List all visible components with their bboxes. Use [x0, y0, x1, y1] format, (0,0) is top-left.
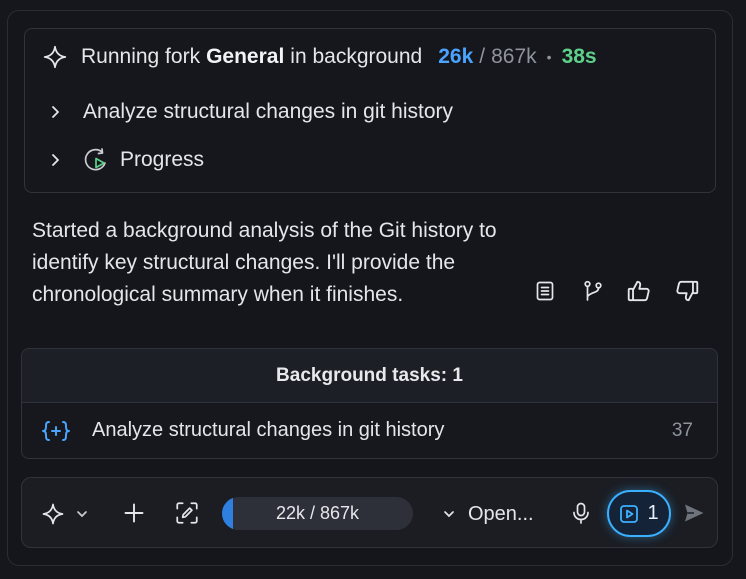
- send-icon: [685, 504, 704, 522]
- progress-play-icon: [84, 148, 106, 171]
- composer-bar: 22k / 867k Open... 1: [21, 477, 718, 548]
- step-label: Analyze structural changes in git histor…: [83, 100, 454, 123]
- send-button[interactable]: [680, 499, 708, 527]
- background-tasks-title: Background tasks: 1: [22, 349, 717, 403]
- assistant-message: Started a background analysis of the Git…: [32, 215, 572, 311]
- fork-name: General: [206, 45, 285, 68]
- add-button[interactable]: [120, 499, 148, 527]
- sparkle-icon: [42, 503, 64, 525]
- step-analyze[interactable]: Analyze structural changes in git histor…: [47, 97, 453, 127]
- chevron-down-icon: [444, 511, 454, 518]
- task-count: 37: [671, 420, 693, 441]
- tokens-used: 26k: [438, 45, 474, 68]
- model-selector[interactable]: Open...: [442, 499, 534, 529]
- fork-suffix: in background: [290, 45, 423, 68]
- step-label: Progress: [120, 148, 205, 171]
- background-tasks-panel: Background tasks: 1 Analyze structural c…: [21, 348, 718, 459]
- model-label: Open...: [468, 502, 534, 525]
- sparkle-icon: [43, 45, 67, 69]
- separator-dot: •: [546, 49, 552, 65]
- thumbs-down-button[interactable]: [673, 277, 701, 305]
- plus-icon: [124, 503, 144, 523]
- context-usage-label: 22k / 867k: [275, 503, 360, 523]
- background-task-item[interactable]: Analyze structural changes in git histor…: [22, 403, 717, 458]
- copy-document-button[interactable]: [531, 277, 559, 305]
- braces-sparkle-icon: [42, 421, 70, 441]
- running-count: 1: [647, 502, 659, 524]
- message-line: chronological summary when it finishes.: [32, 283, 404, 306]
- screenshot-edit-button[interactable]: [173, 499, 201, 527]
- thumbs-up-button[interactable]: [625, 277, 653, 305]
- fork-status-card: Running fork General in background 26k /…: [24, 28, 716, 193]
- microphone-icon: [573, 502, 589, 524]
- step-progress[interactable]: Progress: [47, 145, 204, 175]
- context-usage-fill: [222, 497, 234, 530]
- branch-button[interactable]: [579, 277, 607, 305]
- message-line: identify key structural changes. I'll pr…: [32, 251, 456, 274]
- fork-header: Running fork General in background 26k /…: [42, 42, 597, 72]
- microphone-button[interactable]: [567, 499, 595, 527]
- elapsed-time: 38s: [561, 45, 597, 68]
- tokens-separator: /: [479, 45, 486, 68]
- task-label: Analyze structural changes in git histor…: [92, 419, 445, 441]
- fork-prefix: Running fork: [81, 45, 201, 68]
- capture-edit-icon: [176, 502, 198, 524]
- running-tasks-button[interactable]: 1: [607, 490, 671, 537]
- chevron-right-icon: [52, 106, 59, 118]
- context-usage-bar[interactable]: 22k / 867k: [222, 497, 413, 530]
- chevron-down-icon: [77, 511, 87, 518]
- branch-icon: [584, 280, 602, 301]
- tokens-total: 867k: [491, 45, 537, 68]
- mode-selector[interactable]: [41, 500, 89, 528]
- thumbs-up-icon: [627, 280, 650, 302]
- thumbs-down-icon: [676, 280, 699, 302]
- chevron-right-icon: [52, 154, 59, 166]
- document-icon: [536, 281, 554, 301]
- play-square-icon: [620, 504, 639, 523]
- message-line: Started a background analysis of the Git…: [32, 219, 497, 242]
